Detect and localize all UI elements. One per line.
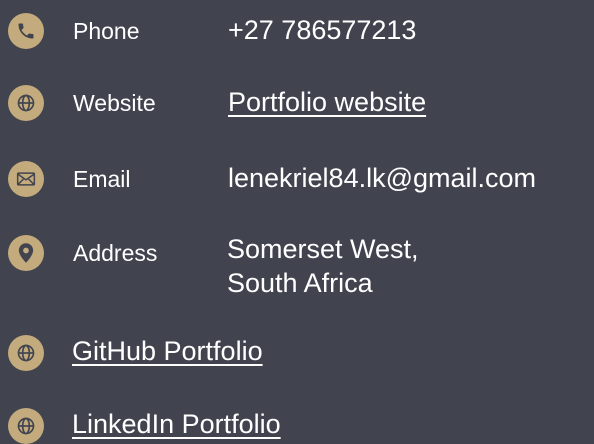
phone-icon xyxy=(8,13,44,49)
portfolio-website-link[interactable]: Portfolio website xyxy=(228,87,426,117)
linkedin-row: LinkedIn Portfolio xyxy=(72,411,281,438)
website-label: Website xyxy=(73,90,156,116)
email-value: lenekriel84.lk@gmail.com xyxy=(228,163,537,193)
address-label: Address xyxy=(73,240,158,266)
address-value: Somerset West, South Africa xyxy=(227,232,419,300)
github-row: GitHub Portfolio xyxy=(72,338,263,365)
globe-icon xyxy=(8,408,44,444)
phone-value: +27 786577213 xyxy=(228,15,417,45)
website-value: Portfolio website xyxy=(228,89,426,116)
address-line-2: South Africa xyxy=(227,268,373,298)
address-line-1: Somerset West, xyxy=(227,234,419,264)
map-pin-icon xyxy=(8,235,44,271)
globe-icon xyxy=(8,335,44,371)
github-portfolio-link[interactable]: GitHub Portfolio xyxy=(72,336,263,366)
envelope-icon xyxy=(8,161,44,197)
globe-icon xyxy=(8,85,44,121)
linkedin-portfolio-link[interactable]: LinkedIn Portfolio xyxy=(72,409,281,439)
email-label: Email xyxy=(73,166,131,192)
phone-label: Phone xyxy=(73,18,140,44)
